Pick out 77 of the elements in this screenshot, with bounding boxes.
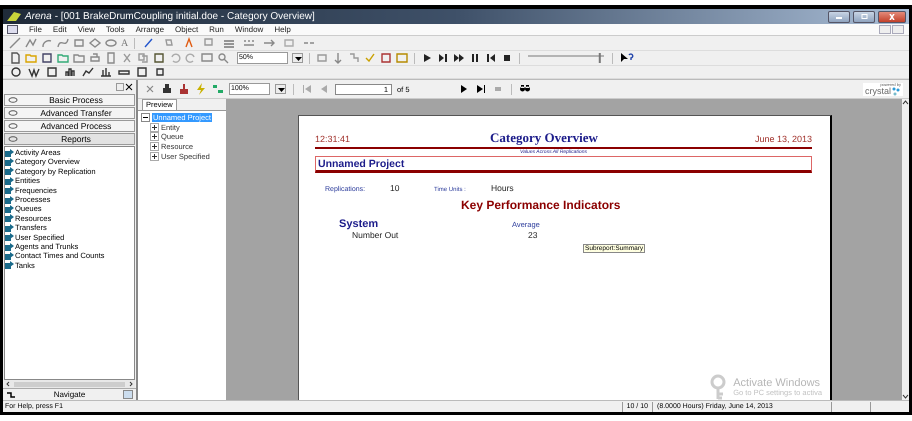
panel-tab[interactable]: Reports bbox=[4, 133, 135, 145]
arrow-style-icon[interactable] bbox=[261, 37, 278, 49]
row-label: Number Out bbox=[352, 230, 400, 240]
last-page-icon[interactable] bbox=[474, 83, 487, 95]
expand-icon[interactable] bbox=[150, 142, 159, 152]
panel-controls-icon[interactable] bbox=[116, 83, 134, 91]
menu-item[interactable]: Arrange bbox=[136, 25, 164, 34]
replications-value: 10 bbox=[390, 183, 400, 193]
speed-slider[interactable] bbox=[526, 52, 606, 64]
panel-tab[interactable]: Advanced Transfer bbox=[4, 107, 135, 119]
horizontal-scrollbar[interactable] bbox=[4, 380, 135, 388]
expand-icon[interactable] bbox=[150, 132, 159, 142]
expand-icon[interactable] bbox=[150, 152, 159, 161]
report-date: June 13, 2013 bbox=[754, 134, 812, 144]
time-units-value: Hours bbox=[491, 183, 515, 193]
section-heading: Key Performance Indicators bbox=[461, 198, 622, 212]
menu-item[interactable]: Help bbox=[274, 25, 291, 34]
menu-item[interactable]: Tools bbox=[106, 25, 125, 34]
level-icon[interactable] bbox=[99, 66, 113, 78]
app-name: Arena bbox=[25, 11, 52, 22]
close-icon[interactable] bbox=[144, 83, 156, 95]
dots-icon bbox=[892, 86, 901, 96]
restore-button[interactable] bbox=[853, 10, 875, 22]
document-icon[interactable] bbox=[7, 25, 18, 34]
close-button[interactable] bbox=[878, 10, 906, 22]
restore-icon bbox=[859, 14, 869, 20]
rectangle-icon[interactable] bbox=[73, 37, 85, 49]
scroll-down-icon[interactable] bbox=[902, 394, 909, 400]
menu-item[interactable]: Window bbox=[234, 25, 264, 34]
help-pointer-icon[interactable] bbox=[619, 52, 635, 64]
expand-icon[interactable] bbox=[150, 122, 159, 132]
rewind-icon[interactable] bbox=[485, 52, 497, 64]
line-icon[interactable] bbox=[9, 37, 21, 49]
menu-item[interactable]: Edit bbox=[52, 25, 67, 34]
check-icon[interactable] bbox=[364, 52, 376, 64]
collapse-icon[interactable] bbox=[141, 113, 150, 122]
curve-icon[interactable] bbox=[57, 37, 69, 49]
menu-item[interactable]: File bbox=[29, 25, 42, 34]
report-title: Category Overview bbox=[490, 130, 599, 146]
polygon-icon[interactable] bbox=[89, 37, 101, 49]
menu-item[interactable]: Object bbox=[175, 25, 198, 34]
scroll-right-icon[interactable] bbox=[127, 380, 135, 388]
new-file-icon[interactable] bbox=[9, 52, 21, 64]
app-logo-icon bbox=[6, 11, 22, 22]
play-icon[interactable] bbox=[421, 52, 433, 64]
scroll-left-icon[interactable] bbox=[4, 380, 12, 388]
connect-icon[interactable] bbox=[332, 52, 344, 64]
panel-tab[interactable]: Advanced Process bbox=[4, 120, 135, 132]
variable-icon[interactable] bbox=[27, 66, 41, 78]
close-icon bbox=[887, 14, 897, 20]
panel-tab[interactable]: Basic Process bbox=[4, 94, 135, 106]
menu-item[interactable]: View bbox=[78, 25, 95, 34]
report-time: 12:31:41 bbox=[315, 134, 352, 144]
navigate-label[interactable]: Navigate bbox=[20, 390, 119, 399]
screen-icon[interactable] bbox=[201, 52, 213, 64]
navigate-icon[interactable] bbox=[6, 390, 16, 398]
system-heading: System bbox=[339, 218, 380, 230]
stop-icon[interactable] bbox=[501, 52, 513, 64]
text-tool-button[interactable]: A bbox=[121, 38, 128, 48]
row-value: 23 bbox=[528, 230, 538, 240]
slider-thumb[interactable] bbox=[598, 53, 601, 63]
window-title: - [001 BrakeDrumCoupling initial.doe - Category Overview] bbox=[54, 11, 315, 22]
step-icon[interactable] bbox=[437, 52, 449, 64]
zoom-icon[interactable] bbox=[217, 52, 229, 64]
project-name: Unnamed Project bbox=[318, 158, 404, 170]
fast-forward-icon[interactable] bbox=[453, 52, 465, 64]
pause-icon[interactable] bbox=[469, 52, 481, 64]
polyline-icon[interactable] bbox=[25, 37, 37, 49]
scroll-up-icon[interactable] bbox=[902, 99, 909, 105]
histogram-icon[interactable] bbox=[63, 66, 77, 78]
plot-icon[interactable] bbox=[81, 66, 95, 78]
menu-item[interactable]: Run bbox=[209, 25, 224, 34]
group-tree-icon[interactable] bbox=[212, 83, 224, 95]
activation-notice-title: Activate Windows bbox=[733, 376, 822, 389]
minimize-button[interactable] bbox=[828, 10, 850, 22]
animate-icon[interactable] bbox=[9, 66, 23, 78]
vertical-scrollbar[interactable] bbox=[902, 99, 909, 400]
